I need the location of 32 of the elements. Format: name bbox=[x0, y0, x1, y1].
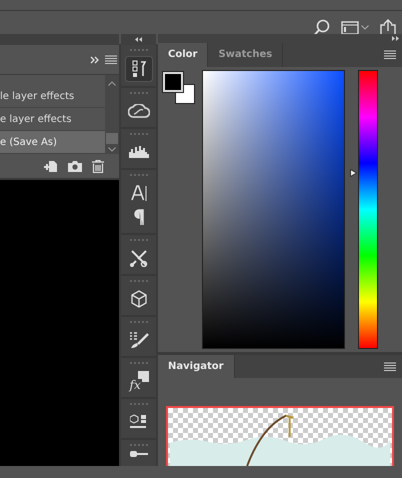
camera-icon[interactable] bbox=[68, 160, 82, 172]
history-state[interactable]: e (Save As) bbox=[0, 131, 105, 154]
brush-icon[interactable] bbox=[128, 331, 148, 349]
color-swatches[interactable] bbox=[163, 72, 197, 106]
expand-icon[interactable] bbox=[90, 56, 100, 64]
panel-tab[interactable]: Navigator bbox=[158, 354, 235, 378]
histogram-icon[interactable] bbox=[128, 146, 148, 158]
properties-icon[interactable] bbox=[130, 414, 148, 430]
panel-tab[interactable]: Color bbox=[158, 43, 208, 67]
search-icon[interactable] bbox=[313, 18, 331, 36]
character-icon[interactable] bbox=[130, 185, 146, 201]
workspace-icon[interactable] bbox=[341, 20, 359, 34]
scroll-down-icon[interactable] bbox=[108, 146, 116, 152]
new-document-icon[interactable] bbox=[44, 160, 58, 172]
scrollbar[interactable] bbox=[105, 75, 119, 154]
creative-cloud-icon[interactable] bbox=[128, 104, 150, 118]
slider-icon[interactable] bbox=[130, 451, 148, 457]
menu-icon[interactable] bbox=[384, 362, 396, 371]
hue-slider[interactable] bbox=[350, 70, 378, 347]
color-field[interactable] bbox=[202, 70, 345, 349]
menu-icon[interactable] bbox=[384, 50, 396, 60]
menu-icon[interactable] bbox=[104, 55, 116, 64]
trash-icon[interactable] bbox=[92, 160, 104, 172]
caret-icon[interactable] bbox=[361, 25, 369, 30]
history-icon[interactable] bbox=[124, 56, 152, 82]
scroll-up-icon[interactable] bbox=[108, 81, 116, 86]
cube-icon[interactable] bbox=[130, 290, 146, 308]
paragraph-icon[interactable] bbox=[134, 209, 144, 225]
fx-button[interactable]: fx bbox=[128, 371, 148, 391]
scrollbar-thumb[interactable] bbox=[106, 133, 118, 144]
collapse-icon[interactable] bbox=[134, 37, 142, 42]
tools-icon[interactable] bbox=[130, 249, 148, 267]
